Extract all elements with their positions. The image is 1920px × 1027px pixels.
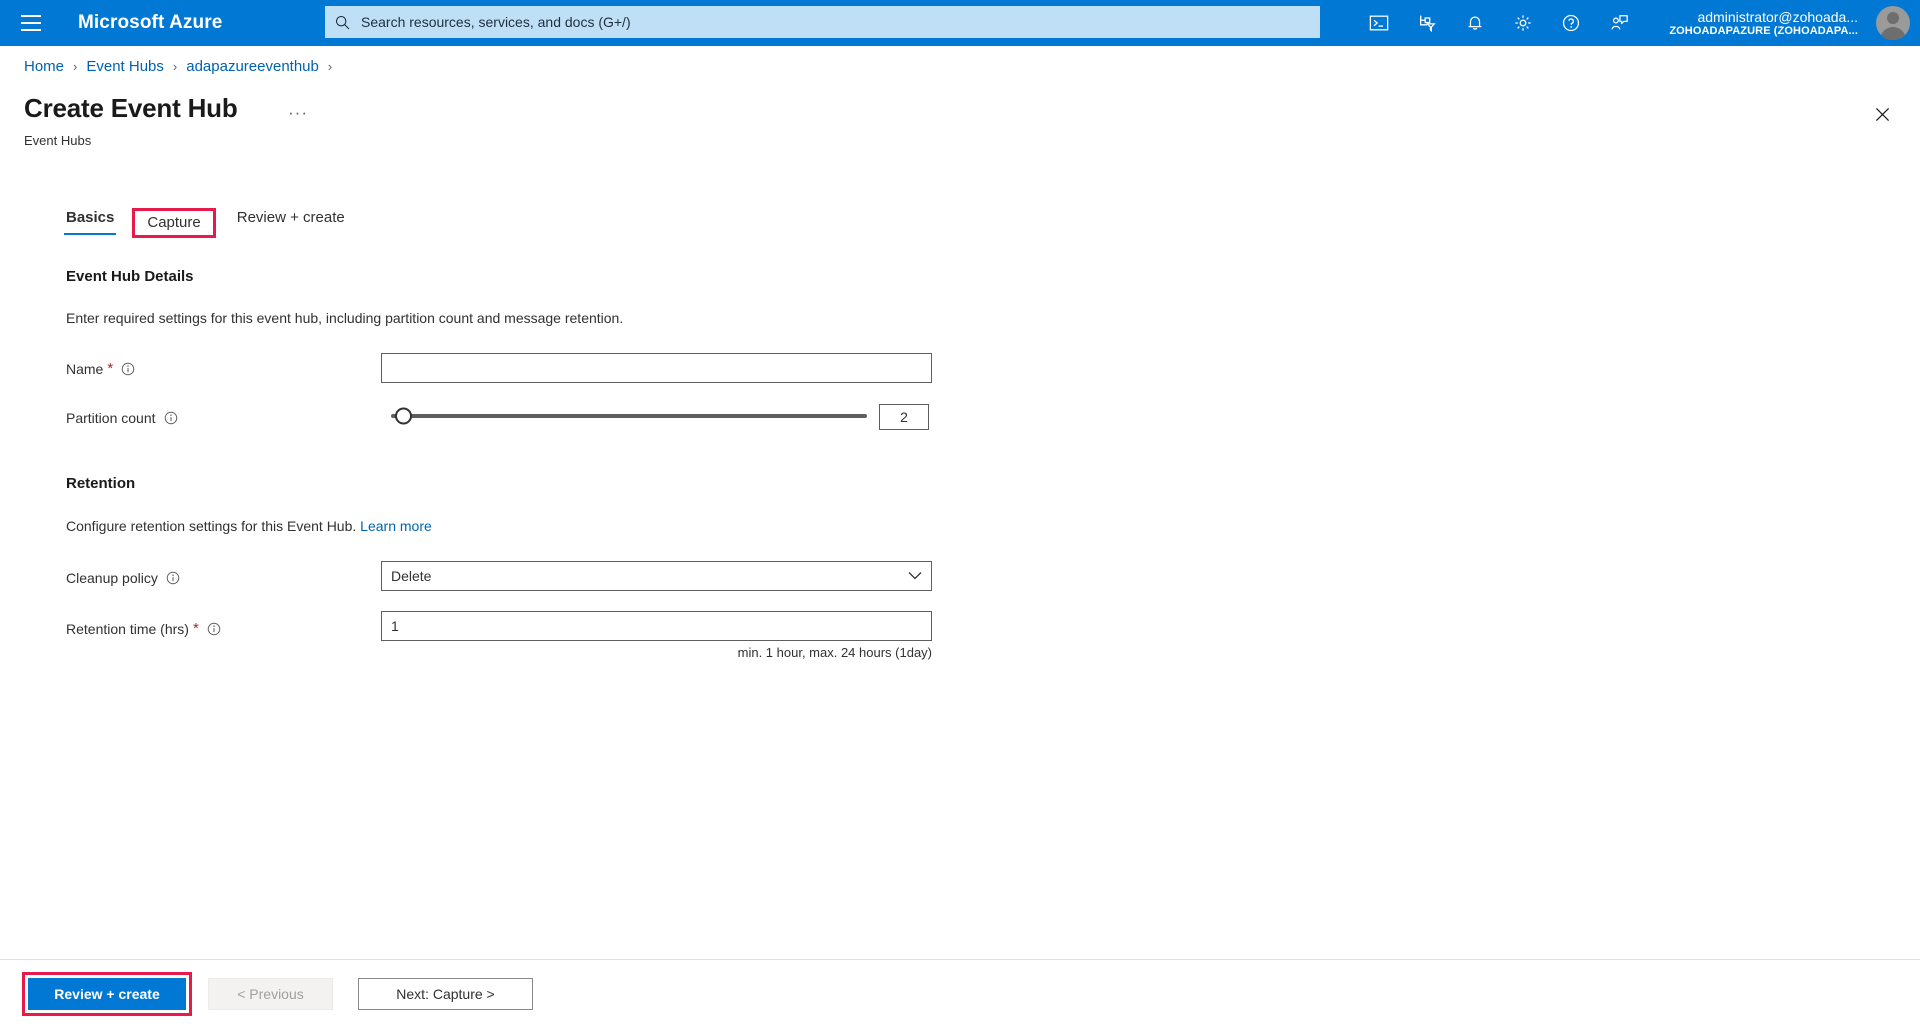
breadcrumb-item-home[interactable]: Home xyxy=(24,58,64,75)
name-field-label: Name * xyxy=(66,360,135,377)
azure-brand-title[interactable]: Microsoft Azure xyxy=(78,12,222,34)
info-icon[interactable] xyxy=(166,571,180,585)
previous-button: < Previous xyxy=(208,978,333,1010)
cloud-shell-icon[interactable] xyxy=(1355,0,1403,46)
breadcrumb: Home › Event Hubs › adapazureeventhub › xyxy=(24,58,341,75)
tab-basics[interactable]: Basics xyxy=(64,207,117,235)
search-icon xyxy=(335,15,350,30)
partition-count-label: Partition count xyxy=(66,410,178,426)
breadcrumb-separator: › xyxy=(172,59,178,74)
more-options-ellipsis[interactable]: ··· xyxy=(288,103,308,123)
slider-thumb[interactable] xyxy=(395,407,413,425)
info-icon[interactable] xyxy=(164,411,178,425)
retention-heading: Retention xyxy=(66,475,136,492)
global-search-box[interactable] xyxy=(325,6,1320,38)
cleanup-policy-label: Cleanup policy xyxy=(66,570,180,586)
retention-time-hint: min. 1 hour, max. 24 hours (1day) xyxy=(737,645,932,660)
hamburger-menu-icon[interactable] xyxy=(8,0,54,46)
partition-count-label-text: Partition count xyxy=(66,410,156,426)
retention-description-text: Configure retention settings for this Ev… xyxy=(66,518,357,534)
retention-time-label-text: Retention time (hrs) xyxy=(66,620,189,637)
avatar[interactable] xyxy=(1876,6,1910,40)
settings-gear-icon[interactable] xyxy=(1499,0,1547,46)
partition-count-value[interactable]: 2 xyxy=(879,404,929,430)
next-capture-button[interactable]: Next: Capture > xyxy=(358,978,533,1010)
retention-time-required-marker: * xyxy=(192,620,199,637)
tab-basics-label: Basics xyxy=(66,209,115,226)
directories-subscriptions-icon[interactable] xyxy=(1403,0,1451,46)
account-email: administrator@zohoada... xyxy=(1697,8,1858,25)
azure-top-navigation-bar: Microsoft Azure Search resources, servic… xyxy=(0,0,1920,46)
notifications-bell-icon[interactable] xyxy=(1451,0,1499,46)
header-icon-group xyxy=(1355,0,1643,46)
event-hub-details-description: Enter required settings for this event h… xyxy=(66,310,624,326)
breadcrumb-item-event-hubs[interactable]: Event Hubs xyxy=(86,58,164,75)
account-tenant: ZOHOADAPAZURE (ZOHOADAPA... xyxy=(1669,24,1858,37)
slider-track xyxy=(391,414,867,418)
retention-description: Configure retention settings for this Ev… xyxy=(66,518,432,534)
breadcrumb-item-adapazureeventhub[interactable]: adapazureeventhub xyxy=(186,58,319,75)
info-icon[interactable] xyxy=(121,362,135,376)
cleanup-policy-selected-value[interactable]: Delete xyxy=(381,561,932,591)
event-hub-details-heading: Event Hub Details xyxy=(66,268,194,285)
close-icon[interactable] xyxy=(1866,98,1898,130)
cleanup-policy-label-text: Cleanup policy xyxy=(66,570,158,586)
learn-more-link[interactable]: Learn more xyxy=(360,518,432,534)
breadcrumb-separator: › xyxy=(73,59,78,74)
wizard-tabs: Basics Capture Review + create xyxy=(64,207,374,238)
tab-review-create[interactable]: Review + create xyxy=(235,207,347,235)
breadcrumb-separator: › xyxy=(327,59,333,74)
account-info[interactable]: administrator@zohoada... ZOHOADAPAZURE (… xyxy=(1669,0,1858,46)
help-question-icon[interactable] xyxy=(1547,0,1595,46)
feedback-icon[interactable] xyxy=(1595,0,1643,46)
name-label-text: Name xyxy=(66,360,104,377)
wizard-footer: Review + create < Previous Next: Capture… xyxy=(0,959,1920,1027)
name-required-marker: * xyxy=(107,360,114,377)
tab-capture[interactable]: Capture xyxy=(132,208,216,238)
cleanup-policy-select[interactable]: Delete xyxy=(381,561,932,591)
search-input[interactable] xyxy=(359,8,1310,36)
name-input[interactable] xyxy=(381,353,932,383)
tab-capture-label: Capture xyxy=(147,214,201,231)
partition-count-slider[interactable] xyxy=(381,402,867,430)
page-subtitle: Event Hubs xyxy=(24,133,92,148)
info-icon[interactable] xyxy=(207,622,221,636)
review-create-button[interactable]: Review + create xyxy=(28,978,186,1010)
retention-time-label: Retention time (hrs) * xyxy=(66,620,221,637)
retention-time-input[interactable] xyxy=(381,611,932,641)
tab-review-create-label: Review + create xyxy=(236,209,345,226)
page-title: Create Event Hub xyxy=(24,93,238,123)
